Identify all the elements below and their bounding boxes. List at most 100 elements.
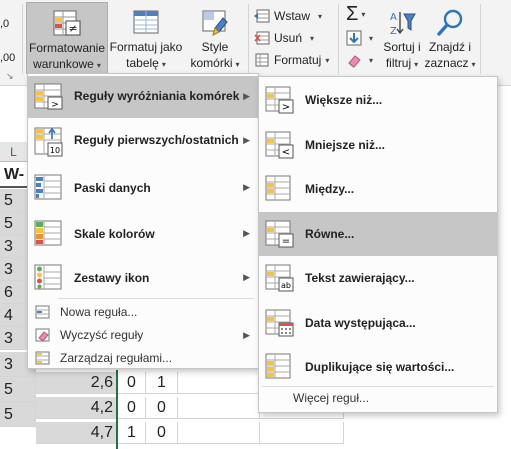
autosum-button[interactable]: Σ ▾ [346, 3, 366, 25]
menu-item-highlight-rules[interactable]: > Reguły wyróżniania komórek ▶ [28, 76, 258, 118]
menu-item-top-bottom-rules[interactable]: 10 Reguły pierwszych/ostatnich ▶ [28, 120, 258, 162]
format-as-table-label-2: tabelę [126, 56, 159, 70]
cell-d[interactable]: 1 [146, 372, 178, 394]
insert-label: Wstaw [274, 9, 310, 23]
manage-rules-icon [35, 351, 50, 365]
svg-text:10: 10 [50, 146, 60, 155]
text-contains-icon: ab [265, 264, 294, 292]
delete-cells-icon [254, 31, 270, 45]
menu-item-icon-sets[interactable]: Zestawy ikon ▶ [28, 256, 258, 300]
menu-item-color-scales[interactable]: Skale kolorów ▶ [28, 212, 258, 256]
chevron-down-icon: ▾ [235, 60, 240, 69]
submenu-item-more-rules[interactable]: Więcej reguł... [259, 388, 497, 410]
chevron-down-icon: ▾ [369, 33, 374, 43]
dialog-launcher-icon[interactable]: ↘ [6, 66, 14, 86]
menu-item-clear-rules[interactable]: Wyczyść reguły ▶ [28, 324, 258, 346]
chevron-down-icon: ▾ [369, 55, 374, 65]
menu-item-manage-rules[interactable]: Zarządzaj regułami... [28, 347, 258, 369]
chevron-down-icon: ▾ [414, 60, 419, 69]
submenu-item-duplicate-values[interactable]: Duplikujące się wartości... [259, 345, 497, 389]
format-label: Formatuj [274, 53, 322, 67]
decimal-format-partial[interactable]: ,00 [0, 48, 15, 68]
delete-button[interactable]: Usuń ▾ [254, 28, 314, 48]
submenu-item-text-contains[interactable]: ab Tekst zawierający... [259, 256, 497, 300]
cell-a[interactable]: 5 [0, 377, 36, 402]
ribbon-separator [22, 4, 23, 74]
menu-item-label: Zarządzaj regułami... [60, 351, 173, 365]
icon-sets-icon [34, 264, 62, 290]
cell-b[interactable]: 4,2 [36, 397, 118, 419]
data-bars-icon [34, 174, 62, 200]
svg-text:<: < [282, 147, 290, 158]
greater-than-icon: > [265, 86, 294, 114]
cell-styles-label-1: Style [201, 40, 229, 54]
empty-cell[interactable] [260, 422, 344, 444]
ribbon-separator [338, 4, 339, 74]
chevron-right-icon: ▶ [243, 135, 250, 145]
format-as-table-button[interactable]: Formatuj jako tabelę ▾ [108, 2, 184, 74]
chevron-right-icon: ▶ [243, 272, 250, 282]
submenu-item-greater-than[interactable]: > Większe niż... [259, 78, 497, 122]
cell-styles-icon [202, 10, 228, 36]
table-format-icon [133, 10, 159, 34]
chevron-down-icon: ▾ [361, 9, 366, 19]
insert-button[interactable]: Wstaw ▾ [254, 6, 322, 26]
chevron-down-icon: ▾ [471, 60, 476, 69]
cell-b[interactable]: 2,6 [36, 372, 118, 394]
clear-button[interactable]: ▾ [346, 50, 373, 70]
submenu-item-equal-to[interactable]: = Równe... [259, 211, 497, 256]
chevron-right-icon: ▶ [243, 182, 250, 192]
conditional-formatting-menu: > Reguły wyróżniania komórek ▶ 10 Reguły… [27, 73, 259, 369]
menu-item-label: Wyczyść reguły [60, 328, 144, 342]
fill-button[interactable]: ▾ [346, 28, 373, 48]
sort-filter-button[interactable]: A Z Sortuj i filtruj ▾ [380, 2, 424, 74]
submenu-item-between[interactable]: Między... [259, 167, 497, 211]
number-format-partial[interactable]: ,0 [0, 14, 9, 34]
chevron-down-icon: ▾ [310, 33, 315, 43]
between-icon [265, 175, 291, 201]
cell-d[interactable]: 0 [146, 397, 178, 419]
submenu-item-date-occurring[interactable]: Data występująca... [259, 301, 497, 345]
submenu-item-label: Równe... [305, 226, 355, 241]
menu-item-label: Zestawy ikon [74, 271, 150, 285]
cell-styles-button[interactable]: Style komórki ▾ [186, 2, 244, 74]
chevron-right-icon: ▶ [243, 91, 250, 101]
svg-text:>: > [282, 102, 290, 113]
cell-c[interactable]: 1 [118, 422, 146, 444]
chevron-down-icon: ▾ [325, 55, 330, 65]
header-cell[interactable]: W- [0, 164, 28, 188]
menu-item-data-bars[interactable]: Paski danych ▶ [28, 166, 258, 210]
submenu-item-label: Mniejsze niż... [305, 137, 386, 152]
conditional-formatting-button[interactable]: ≠ Formatowanie warunkowe ▾ [26, 2, 108, 74]
submenu-item-less-than[interactable]: < Mniejsze niż... [259, 123, 497, 167]
find-select-label-2: zaznacz [424, 56, 469, 70]
conditional-formatting-label-1: Formatowanie [28, 41, 106, 55]
menu-item-new-rule[interactable]: Nowa reguła... [28, 301, 258, 323]
fill-down-icon [346, 30, 362, 46]
empty-cell[interactable] [178, 397, 260, 419]
cell-d[interactable]: 0 [146, 422, 178, 444]
submenu-item-label: Data występująca... [305, 315, 416, 330]
chevron-down-icon: ▾ [161, 60, 166, 69]
svg-text:≠: ≠ [68, 22, 77, 35]
svg-text:=: = [282, 236, 290, 247]
color-scales-icon [34, 220, 62, 246]
cell-b[interactable]: 4,7 [36, 422, 118, 444]
format-as-table-label-1: Formatuj jako [109, 40, 183, 54]
svg-text:A: A [390, 12, 397, 23]
equal-to-icon: = [265, 220, 294, 247]
top-bottom-rules-icon: 10 [34, 127, 63, 157]
chevron-down-icon: ▾ [96, 61, 101, 70]
format-button[interactable]: Formatuj ▾ [254, 50, 329, 70]
empty-cell[interactable] [178, 372, 260, 394]
column-header[interactable]: L [0, 142, 28, 162]
find-select-button[interactable]: Znajdź i zaznacz ▾ [424, 2, 476, 74]
cell-c[interactable]: 0 [118, 372, 146, 394]
conditional-formatting-label-2: warunkowe [33, 57, 94, 71]
empty-cell[interactable] [178, 422, 260, 444]
cell-c[interactable]: 0 [118, 397, 146, 419]
cell-a[interactable]: 5 [0, 402, 36, 427]
ribbon-separator [480, 4, 481, 74]
submenu-item-label: Tekst zawierający... [305, 271, 415, 285]
clear-rules-icon [35, 328, 50, 342]
